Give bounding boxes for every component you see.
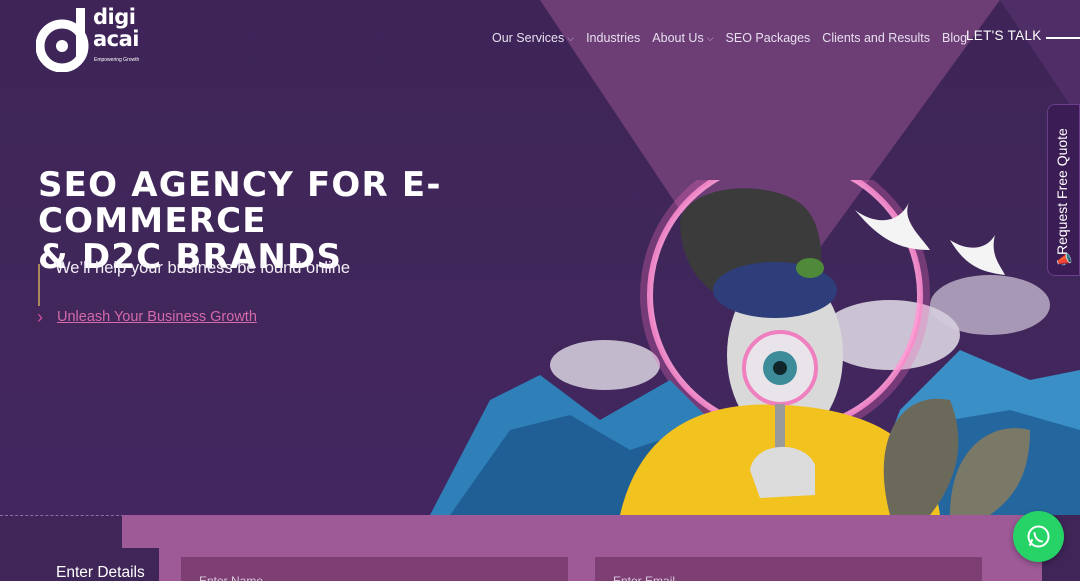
form-label: Enter Details bbox=[56, 564, 145, 581]
brand-name-line1: digi bbox=[93, 5, 136, 29]
hero-subtitle: We’ll help your business be found online bbox=[55, 259, 351, 277]
chevron-down-icon: ⌵ bbox=[706, 32, 714, 43]
nav-item-industries[interactable]: Industries bbox=[586, 31, 640, 45]
brand-wordmark: digi acai bbox=[93, 5, 140, 51]
request-quote-label: Request Free Quote bbox=[1054, 128, 1070, 255]
lets-talk-underline bbox=[1046, 37, 1080, 39]
chevron-down-icon: ⌵ bbox=[567, 32, 575, 43]
nav-item-label: SEO Packages bbox=[725, 31, 811, 45]
hero-section: digi acai Empowering Growth Our Services… bbox=[0, 0, 1080, 515]
form-divider-dashed bbox=[0, 515, 124, 516]
hero-illustration bbox=[430, 180, 1080, 515]
logo-mark-icon bbox=[35, 8, 89, 73]
nav-item-label: Our Services bbox=[492, 31, 565, 45]
main-nav: Our Services ⌵ Industries About Us ⌵ SEO… bbox=[492, 29, 979, 47]
nav-item-about-us[interactable]: About Us ⌵ bbox=[652, 31, 713, 45]
whatsapp-chat-button[interactable] bbox=[1013, 511, 1064, 562]
brand-name-line2: acai bbox=[93, 27, 140, 51]
nav-item-blog[interactable]: Blog bbox=[942, 31, 967, 45]
nav-item-label: Blog bbox=[942, 31, 968, 45]
chevron-right-icon: › bbox=[37, 307, 43, 327]
megaphone-icon: 📣 bbox=[1056, 252, 1073, 267]
email-field[interactable] bbox=[595, 557, 982, 581]
whatsapp-icon bbox=[1027, 525, 1050, 548]
nav-item-seo-packages[interactable]: SEO Packages bbox=[726, 31, 811, 45]
brand-tagline: Empowering Growth bbox=[94, 57, 140, 63]
nav-item-label: Industries bbox=[586, 31, 641, 45]
hero-accent-bar bbox=[38, 264, 40, 306]
request-quote-tab[interactable]: Request Free Quote 📣 bbox=[1047, 104, 1080, 276]
nav-item-clients-results[interactable]: Clients and Results bbox=[822, 31, 930, 45]
unleash-growth-link[interactable]: Unleash Your Business Growth bbox=[57, 309, 257, 325]
name-field[interactable] bbox=[181, 557, 568, 581]
nav-item-our-services[interactable]: Our Services ⌵ bbox=[492, 31, 574, 45]
nav-item-label: About Us bbox=[652, 31, 704, 45]
lets-talk-button[interactable]: LET'S TALK bbox=[966, 28, 1042, 43]
nav-item-label: Clients and Results bbox=[822, 31, 930, 45]
